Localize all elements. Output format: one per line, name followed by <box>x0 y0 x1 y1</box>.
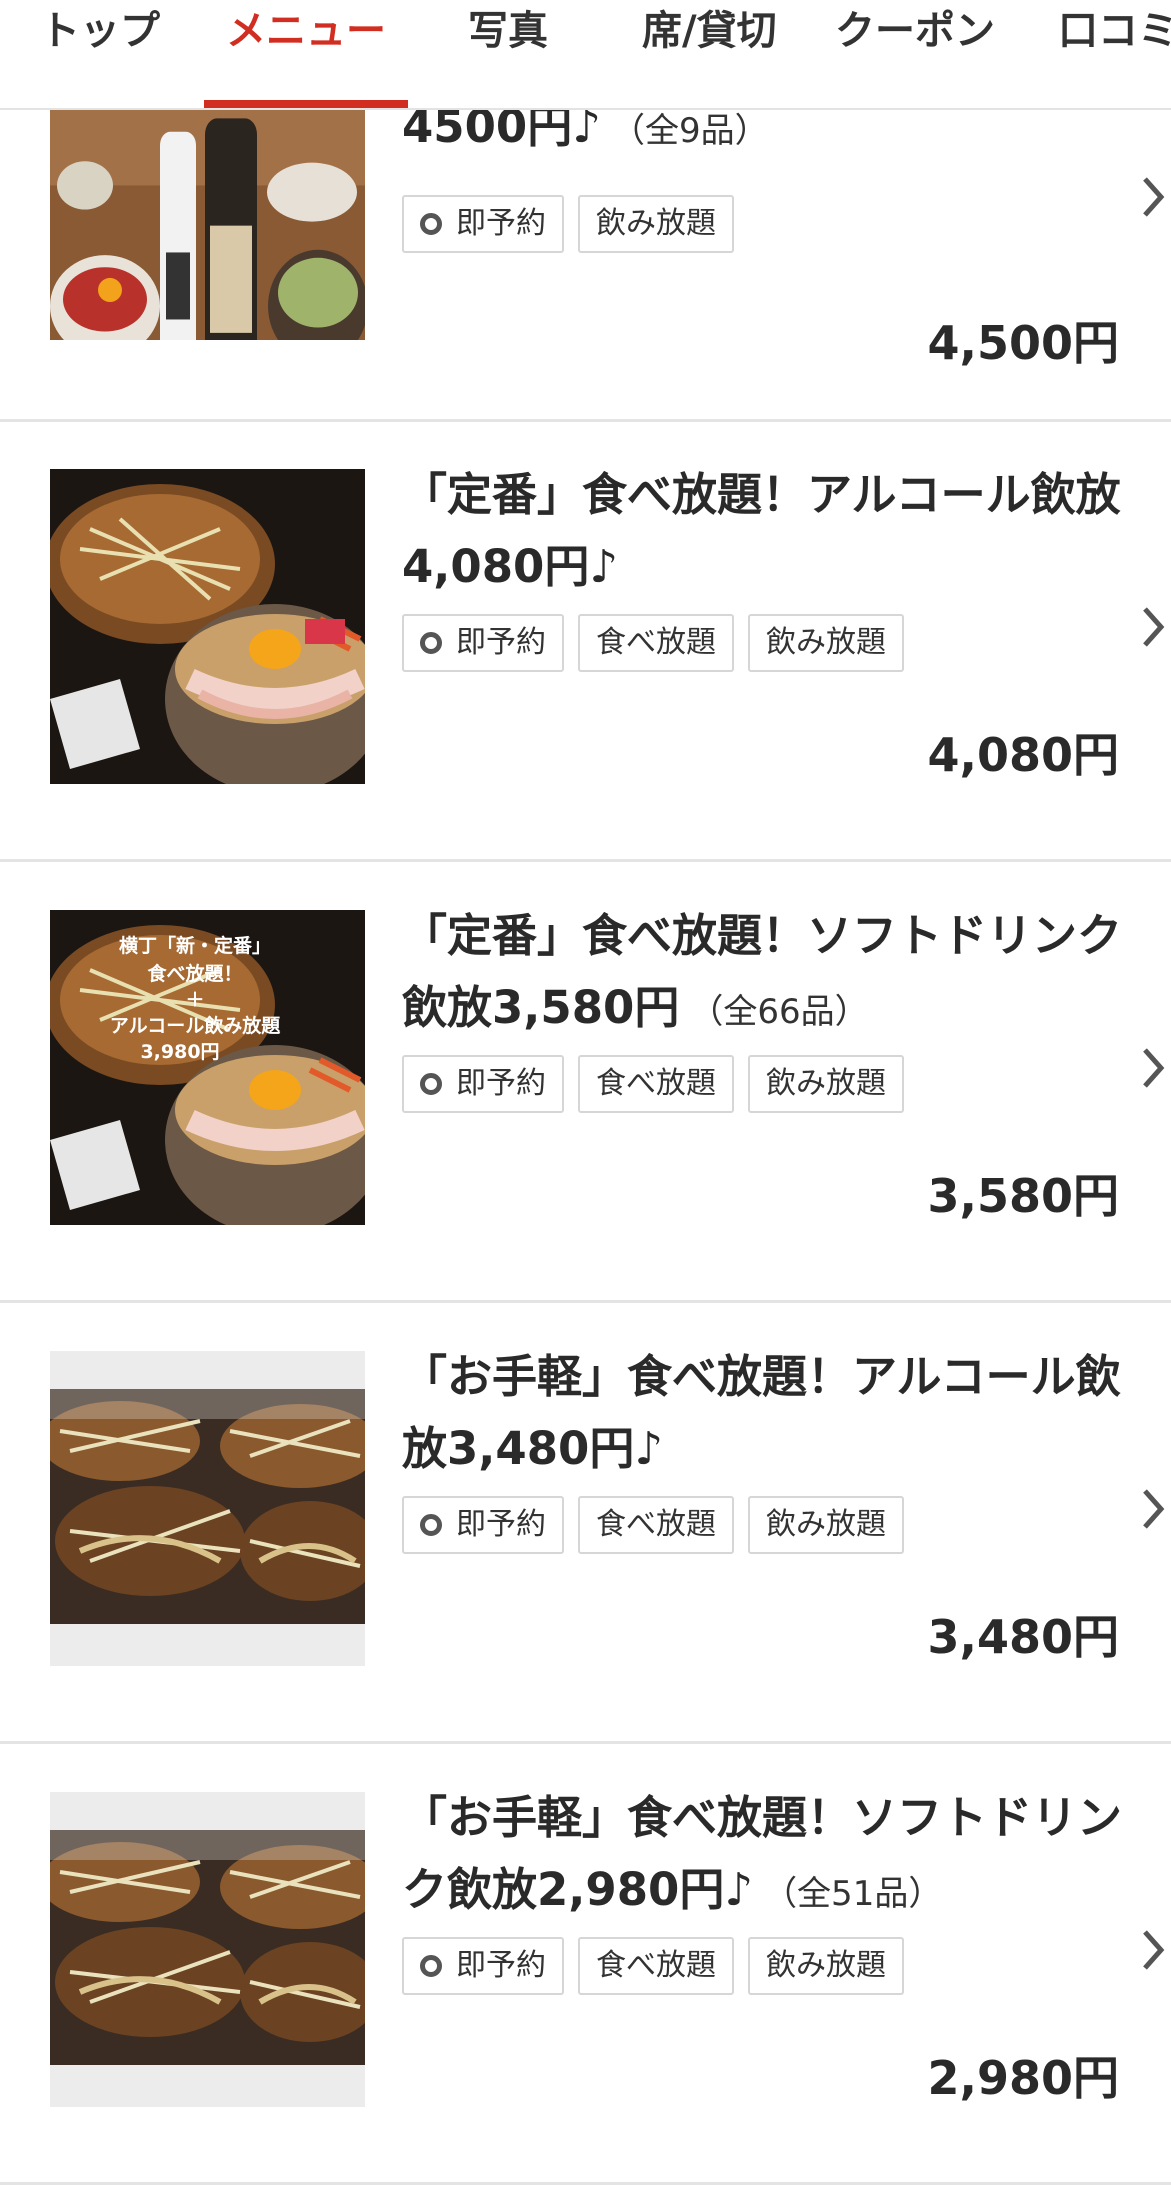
tag: 食べ放題 <box>578 1937 734 1995</box>
griddle-photo <box>50 1351 365 1666</box>
tag-list: 即予約 食べ放題 飲み放題 <box>402 1937 904 1995</box>
tag: 飲み放題 <box>748 614 904 672</box>
dishes-photo <box>50 105 365 340</box>
tag-instant-reserve: 即予約 <box>402 1937 564 1995</box>
chevron-right-icon <box>1143 607 1165 647</box>
tag: 食べ放題 <box>578 1055 734 1113</box>
tag: 食べ放題 <box>578 614 734 672</box>
tag-list: 即予約 飲み放題 <box>402 195 734 253</box>
image-caption-line: 横丁「新・定番」 <box>119 934 271 957</box>
circle-icon <box>420 632 442 654</box>
menu-item-price: 2,980円 <box>927 2051 1119 2105</box>
circle-icon <box>420 1073 442 1095</box>
image-caption-line: アルコール飲み放題 <box>110 1014 281 1037</box>
menu-item-price: 4,500円 <box>927 316 1119 370</box>
tag-list: 即予約 食べ放題 飲み放題 <box>402 614 904 672</box>
tag: 飲み放題 <box>578 195 734 253</box>
menu-item-title: 「定番」食べ放題！アルコール飲放4,080円♪ <box>402 468 1121 593</box>
active-tab-indicator <box>204 100 408 108</box>
tab-bar: トップ メニュー 写真 席/貸切 クーポン 口コミ <box>0 0 1171 110</box>
okonomiyaki-photo: 横丁「新・定番」 食べ放題！ ＋ アルコール飲み放題 3,980円 <box>50 910 365 1225</box>
tab-photos[interactable]: 写真 <box>468 0 548 106</box>
tag-instant-reserve: 即予約 <box>402 195 564 253</box>
menu-item-title: 「お手軽」食べ放題！アルコール飲放3,480円♪ <box>402 1350 1121 1475</box>
menu-item-image: 横丁「新・定番」 食べ放題！ ＋ アルコール飲み放題 3,980円 <box>50 910 365 1225</box>
menu-item[interactable]: 「お手軽」食べ放題！ソフトドリンク飲放2,980円♪ （全51品） 即予約 食べ放… <box>0 1742 1171 2185</box>
image-caption-line: 食べ放題！ <box>147 962 242 985</box>
chevron-right-icon <box>1143 1489 1165 1529</box>
circle-icon <box>420 1514 442 1536</box>
menu-item-price: 4,080円 <box>927 728 1119 782</box>
menu-item[interactable]: 「お手軽」食べ放題！アルコール飲放3,480円♪ 即予約 食べ放題 飲み放題 3… <box>0 1301 1171 1744</box>
okonomiyaki-photo <box>50 469 365 784</box>
chevron-right-icon <box>1143 1048 1165 1088</box>
menu-item-title: 「定番」食べ放題！ソフトドリンク飲放3,580円 （全66品） <box>402 909 1123 1034</box>
tab-menu[interactable]: メニュー <box>226 0 386 106</box>
image-caption-line: ＋ <box>185 989 204 1011</box>
tag: 食べ放題 <box>578 1496 734 1554</box>
chevron-right-icon <box>1143 1930 1165 1970</box>
menu-item-title: 「お手軽」食べ放題！ソフトドリンク飲放2,980円♪ （全51品） <box>402 1791 1123 1916</box>
tag-instant-reserve: 即予約 <box>402 1055 564 1113</box>
menu-item-price: 3,580円 <box>927 1169 1119 1223</box>
chevron-right-icon <box>1143 177 1165 217</box>
tab-coupon[interactable]: クーポン <box>835 0 995 106</box>
menu-item-image <box>50 1792 365 2107</box>
tag-list: 即予約 食べ放題 飲み放題 <box>402 1055 904 1113</box>
tag: 飲み放題 <box>748 1496 904 1554</box>
menu-item-image <box>50 1351 365 1666</box>
circle-icon <box>420 1955 442 1977</box>
griddle-photo <box>50 1792 365 2107</box>
menu-item-image <box>50 105 365 340</box>
tag-instant-reserve: 即予約 <box>402 614 564 672</box>
menu-item[interactable]: 横丁「新・定番」 食べ放題！ ＋ アルコール飲み放題 3,980円 「定番」食べ… <box>0 860 1171 1303</box>
menu-item-image <box>50 469 365 784</box>
tag-instant-reserve: 即予約 <box>402 1496 564 1554</box>
page: 4500円♪ （全9品） 即予約 飲み放題 4,500円 「定番」食べ放題！アル… <box>0 0 1171 2212</box>
tag: 飲み放題 <box>748 1055 904 1113</box>
tab-seats[interactable]: 席/貸切 <box>642 0 777 106</box>
menu-item[interactable]: 「定番」食べ放題！アルコール飲放4,080円♪ 即予約 食べ放題 飲み放題 4,… <box>0 419 1171 862</box>
menu-item-price: 3,480円 <box>927 1610 1119 1664</box>
image-caption-line: 3,980円 <box>140 1041 219 1063</box>
tab-top[interactable]: トップ <box>40 0 160 106</box>
tab-reviews[interactable]: 口コミ <box>1058 0 1171 106</box>
tag: 飲み放題 <box>748 1937 904 1995</box>
tag-list: 即予約 食べ放題 飲み放題 <box>402 1496 904 1554</box>
circle-icon <box>420 213 442 235</box>
